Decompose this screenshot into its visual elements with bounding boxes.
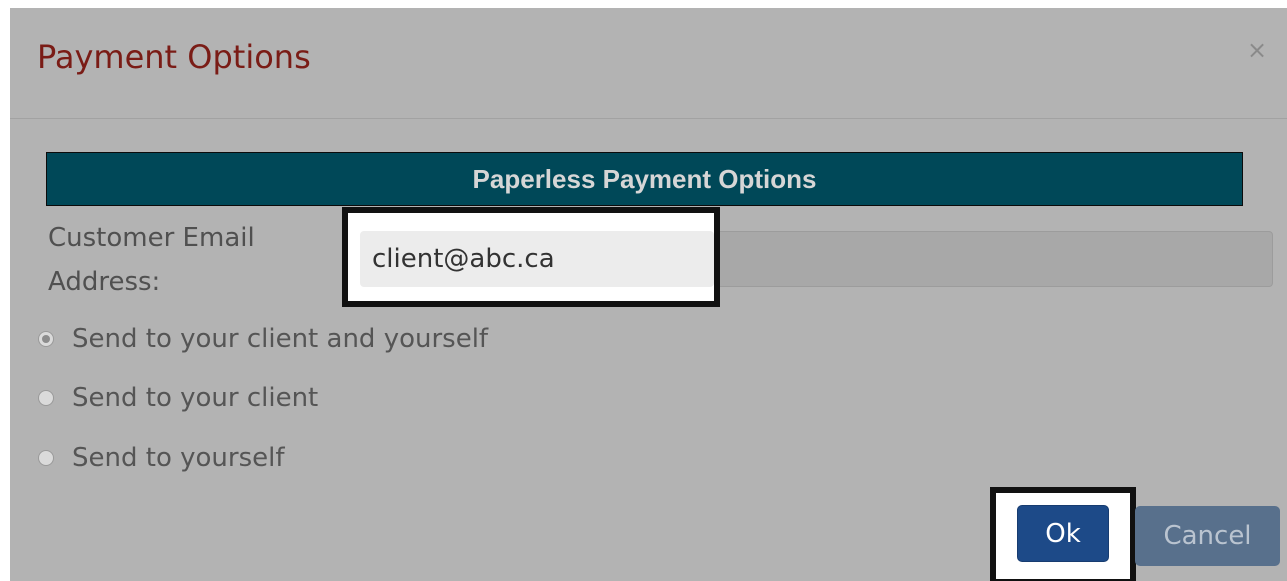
radio-button[interactable]: [38, 390, 54, 406]
cancel-button[interactable]: Cancel: [1135, 506, 1280, 566]
ok-button[interactable]: Ok: [1017, 505, 1109, 562]
radio-label: Send to your client: [72, 383, 319, 413]
screenshot: Payment Options × Paperless Payment Opti…: [0, 0, 1287, 581]
email-label: Customer Email Address:: [48, 223, 255, 297]
radio-button-selected[interactable]: [38, 331, 54, 347]
radio-send-client[interactable]: Send to your client: [38, 378, 318, 418]
dialog-title: Payment Options: [37, 38, 311, 76]
email-field[interactable]: [360, 231, 714, 287]
radio-label: Send to your client and yourself: [72, 324, 489, 354]
radio-send-yourself[interactable]: Send to yourself: [38, 438, 285, 478]
payment-options-dialog: Payment Options × Paperless Payment Opti…: [10, 8, 1287, 581]
radio-send-client-and-yourself[interactable]: Send to your client and yourself: [38, 319, 488, 359]
close-icon[interactable]: ×: [1243, 36, 1271, 64]
section-header: Paperless Payment Options: [46, 152, 1243, 206]
radio-button[interactable]: [38, 450, 54, 466]
radio-label: Send to yourself: [72, 443, 285, 473]
dialog-header: Payment Options ×: [10, 8, 1287, 119]
